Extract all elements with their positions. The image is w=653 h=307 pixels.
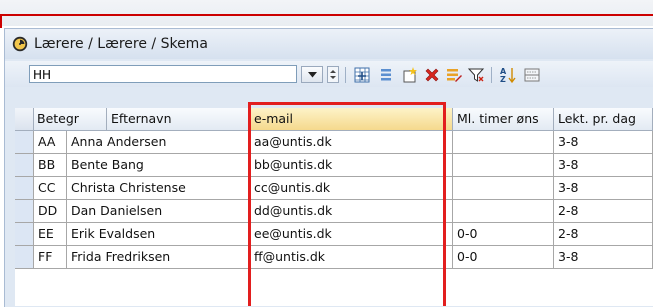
column-header-surname[interactable]: Efternavn — [107, 108, 250, 131]
new-record-icon[interactable] — [401, 66, 419, 84]
cell-lessons-per-day[interactable]: 2-8 — [554, 223, 653, 246]
cell-code[interactable]: BB — [34, 154, 67, 177]
toolbar-separator — [345, 67, 346, 83]
cell-email[interactable]: aa@untis.dk — [250, 131, 453, 154]
cell-max-hours[interactable]: 0-0 — [453, 223, 554, 246]
filter-icon[interactable] — [467, 66, 485, 84]
cell-max-hours[interactable] — [453, 200, 554, 223]
outer-window-strip — [0, 0, 653, 26]
cell-surname[interactable]: Frida Fredriksen — [67, 246, 250, 269]
cell-surname[interactable]: Christa Christense — [67, 177, 250, 200]
table-row[interactable]: DD Dan Danielsen dd@untis.dk 2-8 — [15, 200, 653, 223]
cell-email[interactable]: bb@untis.dk — [250, 154, 453, 177]
cell-surname[interactable]: Anna Andersen — [67, 131, 250, 154]
cell-lessons-per-day[interactable]: 3-8 — [554, 246, 653, 269]
cell-surname[interactable]: Bente Bang — [67, 154, 250, 177]
cell-code[interactable]: DD — [34, 200, 67, 223]
table-row[interactable]: EE Erik Evaldsen ee@untis.dk 0-0 2-8 — [15, 223, 653, 246]
column-header-code[interactable]: Betegr — [34, 108, 107, 131]
spin-icon — [330, 70, 336, 79]
cell-max-hours[interactable]: 0-0 — [453, 246, 554, 269]
cell-max-hours[interactable] — [453, 131, 554, 154]
cell-surname[interactable]: Dan Danielsen — [67, 200, 250, 223]
table-header-row: Betegr Efternavn e-mail Ml. timer øns Le… — [15, 108, 653, 131]
cell-lessons-per-day[interactable]: 3-8 — [554, 154, 653, 177]
window-title: Lærere / Lærere / Skema — [34, 36, 208, 52]
table-row[interactable]: CC Christa Christense cc@untis.dk 3-8 — [15, 177, 653, 200]
cell-max-hours[interactable] — [453, 177, 554, 200]
spin-button[interactable] — [327, 66, 339, 83]
cell-code[interactable]: EE — [34, 223, 67, 246]
cell-lessons-per-day[interactable]: 3-8 — [554, 131, 653, 154]
cell-lessons-per-day[interactable]: 3-8 — [554, 177, 653, 200]
cell-email[interactable]: cc@untis.dk — [250, 177, 453, 200]
cell-code[interactable]: CC — [34, 177, 67, 200]
column-header-lessons-per-day[interactable]: Lekt. pr. dag — [554, 108, 653, 131]
row-selector[interactable] — [15, 200, 34, 223]
filter-combobox[interactable] — [29, 65, 297, 83]
red-border-line — [0, 14, 653, 16]
cell-surname[interactable]: Erik Evaldsen — [67, 223, 250, 246]
row-selector[interactable] — [15, 246, 34, 269]
cell-email[interactable]: ff@untis.dk — [250, 246, 453, 269]
teachers-table: Betegr Efternavn e-mail Ml. timer øns Le… — [15, 108, 653, 306]
sort-icon[interactable]: AZ — [499, 66, 517, 84]
row-selector-header[interactable] — [15, 108, 34, 131]
clock-icon — [12, 36, 28, 52]
row-selector[interactable] — [15, 223, 34, 246]
cell-code[interactable]: AA — [34, 131, 67, 154]
table-row[interactable]: BB Bente Bang bb@untis.dk 3-8 — [15, 154, 653, 177]
toolbar: AZ — [5, 61, 653, 87]
column-header-max-hours[interactable]: Ml. timer øns — [453, 108, 554, 131]
edit-icon[interactable] — [445, 66, 463, 84]
cell-max-hours[interactable] — [453, 154, 554, 177]
toolbar-separator — [491, 67, 492, 83]
table-new-icon[interactable] — [353, 66, 371, 84]
red-border-corner — [0, 14, 2, 28]
svg-text:Z: Z — [500, 75, 506, 84]
cell-lessons-per-day[interactable]: 2-8 — [554, 200, 653, 223]
dropdown-button[interactable] — [301, 66, 323, 83]
filter-input[interactable] — [33, 67, 273, 83]
list-icon[interactable] — [377, 66, 395, 84]
column-header-email[interactable]: e-mail — [250, 108, 453, 131]
field-icon[interactable] — [523, 66, 541, 84]
cell-email[interactable]: dd@untis.dk — [250, 200, 453, 223]
table-row[interactable]: AA Anna Andersen aa@untis.dk 3-8 — [15, 131, 653, 154]
title-bar: Lærere / Lærere / Skema — [5, 29, 653, 59]
cell-code[interactable]: FF — [34, 246, 67, 269]
cell-email[interactable]: ee@untis.dk — [250, 223, 453, 246]
row-selector[interactable] — [15, 131, 34, 154]
row-selector[interactable] — [15, 177, 34, 200]
table-row[interactable]: FF Frida Fredriksen ff@untis.dk 0-0 3-8 — [15, 246, 653, 269]
dropdown-icon — [307, 71, 317, 77]
row-selector[interactable] — [15, 154, 34, 177]
delete-icon[interactable] — [423, 66, 441, 84]
